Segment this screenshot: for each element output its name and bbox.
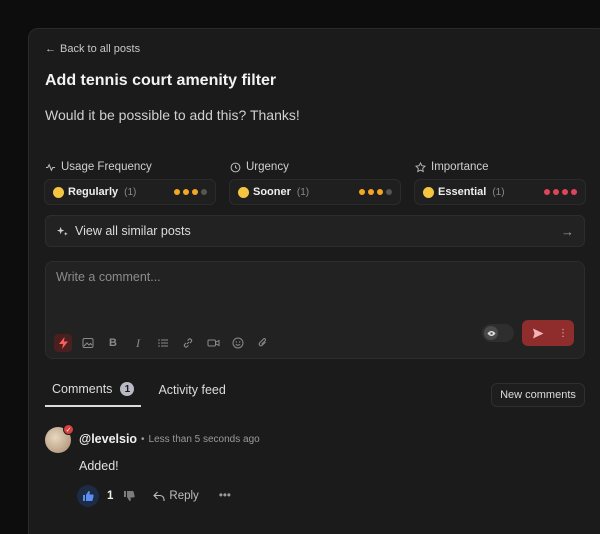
comments-tabs: Comments 1 Activity feed — [45, 379, 233, 407]
metric-value: Essential — [438, 186, 487, 198]
metric-label-importance: Importance — [415, 161, 489, 173]
more-vertical-icon[interactable]: ⋮ — [558, 328, 568, 339]
metric-dots — [544, 189, 577, 195]
send-icon — [532, 328, 544, 339]
comment-input[interactable] — [56, 270, 556, 284]
link-icon[interactable] — [179, 334, 197, 352]
level-dot — [201, 189, 207, 195]
metric-label-text: Urgency — [246, 161, 289, 173]
emoji-icon — [423, 186, 434, 198]
metric-dots — [359, 189, 392, 195]
image-icon[interactable] — [79, 334, 97, 352]
comment-author[interactable]: @levelsio — [79, 432, 137, 446]
view-similar-posts-button[interactable]: View all similar posts → — [45, 215, 585, 247]
back-link-label: Back to all posts — [60, 43, 141, 55]
level-dot — [544, 189, 550, 195]
editor-toolbar: B I — [54, 334, 272, 352]
back-link[interactable]: ← Back to all posts — [45, 43, 140, 55]
metric-dots — [174, 189, 207, 195]
metric-value: Regularly — [68, 186, 119, 198]
reply-icon — [153, 491, 165, 502]
bold-icon[interactable]: B — [104, 334, 122, 352]
emoji-icon — [238, 186, 249, 198]
bullet-icon: • — [141, 434, 145, 445]
arrow-left-icon: ← — [45, 43, 56, 55]
post-description: Would it be possible to add this? Thanks… — [45, 107, 300, 123]
metric-value: Sooner — [253, 186, 291, 198]
metric-count: (1) — [492, 186, 505, 198]
metric-label-usage: Usage Frequency — [45, 161, 152, 173]
reply-button[interactable]: Reply — [153, 490, 199, 502]
comment-count-badge: 1 — [120, 382, 135, 396]
level-dot — [368, 189, 374, 195]
level-dot — [553, 189, 559, 195]
send-button[interactable]: ⋮ — [522, 320, 574, 346]
level-dot — [183, 189, 189, 195]
thumbs-up-icon[interactable] — [77, 485, 99, 507]
list-icon[interactable] — [154, 334, 172, 352]
metric-urgency-value[interactable]: Sooner (1) — [229, 179, 401, 205]
level-dot — [562, 189, 568, 195]
metric-label-urgency: Urgency — [230, 161, 289, 173]
private-toggle[interactable] — [482, 324, 514, 342]
more-horizontal-icon[interactable]: ••• — [219, 490, 231, 502]
reply-label: Reply — [169, 490, 199, 502]
emoji-icon — [53, 186, 64, 198]
tab-activity-feed[interactable]: Activity feed — [151, 379, 232, 407]
tab-label: Comments — [52, 382, 113, 396]
thumbs-down-icon[interactable] — [123, 490, 136, 502]
lightning-icon[interactable] — [54, 334, 72, 352]
new-comments-button[interactable]: New comments — [491, 383, 585, 407]
level-dot — [386, 189, 392, 195]
level-dot — [174, 189, 180, 195]
metric-count: (1) — [296, 186, 310, 198]
metric-label-text: Usage Frequency — [61, 161, 152, 173]
metric-importance-value[interactable]: Essential (1) — [414, 179, 586, 205]
emoji-icon[interactable] — [229, 334, 247, 352]
italic-icon[interactable]: I — [129, 334, 147, 352]
star-icon — [415, 161, 426, 173]
activity-icon — [45, 162, 56, 173]
clock-icon — [230, 162, 241, 173]
like-count: 1 — [107, 490, 114, 502]
comment-actions: 1 Reply ••• — [77, 485, 231, 507]
view-similar-posts-label: View all similar posts — [75, 224, 191, 238]
video-icon[interactable] — [204, 334, 222, 352]
post-title: Add tennis court amenity filter — [45, 72, 277, 89]
comment-time: • Less than 5 seconds ago — [141, 434, 260, 445]
comment-editor: B I ⋮ — [45, 261, 585, 359]
sparkles-icon — [56, 225, 69, 238]
tab-label: Activity feed — [158, 383, 226, 397]
level-dot — [359, 189, 365, 195]
eye-icon — [484, 326, 498, 340]
level-dot — [571, 189, 577, 195]
attachment-icon[interactable] — [254, 334, 272, 352]
metric-label-text: Importance — [431, 161, 489, 173]
post-panel: ← Back to all posts Add tennis court ame… — [28, 28, 600, 534]
level-dot — [377, 189, 383, 195]
metric-usage-value[interactable]: Regularly (1) — [44, 179, 216, 205]
level-dot — [192, 189, 198, 195]
comment-time-text: Less than 5 seconds ago — [148, 434, 260, 445]
metric-count: (1) — [124, 186, 137, 198]
comment-text: Added! — [79, 459, 119, 473]
tab-comments[interactable]: Comments 1 — [45, 379, 142, 407]
arrow-right-icon: → — [561, 223, 574, 239]
admin-badge-icon: ✓ — [63, 424, 74, 435]
